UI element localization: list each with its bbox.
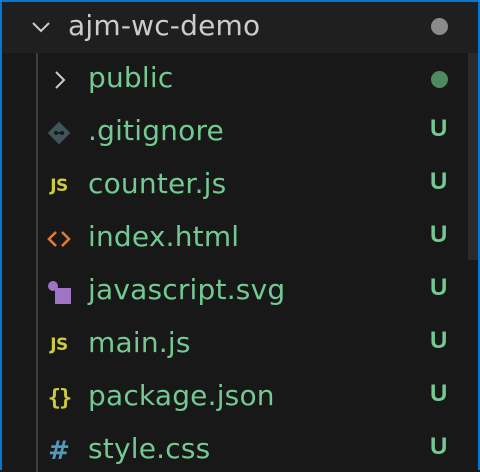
file-name: counter.js	[88, 167, 227, 200]
file-row-package-json[interactable]: {} package.json U	[38, 371, 468, 424]
file-name: .gitignore	[88, 114, 224, 147]
chevron-down-icon[interactable]	[30, 16, 52, 38]
chevron-right-icon[interactable]	[44, 65, 74, 95]
folder-name: ajm-wc-demo	[68, 9, 261, 42]
html-icon	[44, 224, 74, 254]
untracked-badge: U	[430, 115, 448, 142]
file-row-javascript-svg[interactable]: javascript.svg U	[38, 265, 468, 318]
file-row-counter-js[interactable]: JS counter.js U	[38, 159, 468, 212]
git-icon	[44, 118, 74, 148]
scrollbar[interactable]	[468, 53, 480, 260]
untracked-badge: U	[430, 168, 448, 195]
javascript-icon: JS	[50, 176, 68, 196]
file-explorer: ajm-wc-demo public .gitignore U JS count	[0, 0, 480, 472]
file-row-gitignore[interactable]: .gitignore U	[38, 106, 468, 159]
untracked-badge: U	[430, 221, 448, 248]
css-icon: #	[48, 436, 70, 466]
file-row-main-js[interactable]: JS main.js U	[38, 318, 468, 371]
file-row-style-css[interactable]: # style.css U	[38, 424, 468, 472]
file-name: public	[88, 61, 174, 94]
file-name: package.json	[88, 379, 275, 412]
json-icon: {}	[47, 385, 73, 411]
folder-row-root[interactable]: ajm-wc-demo	[0, 0, 480, 53]
javascript-icon: JS	[50, 335, 68, 355]
file-row-index-html[interactable]: index.html U	[38, 212, 468, 265]
file-name: javascript.svg	[88, 273, 286, 306]
untracked-badge: U	[430, 380, 448, 407]
untracked-badge: U	[430, 433, 448, 460]
modified-dot-indicator	[431, 18, 448, 35]
folder-row-public[interactable]: public	[38, 53, 468, 106]
status-dot	[431, 71, 448, 88]
file-name: index.html	[88, 220, 240, 253]
untracked-badge: U	[430, 274, 448, 301]
untracked-badge: U	[430, 327, 448, 354]
file-name: main.js	[88, 326, 191, 359]
svg-file-icon	[44, 277, 74, 307]
file-name: style.css	[88, 432, 211, 465]
